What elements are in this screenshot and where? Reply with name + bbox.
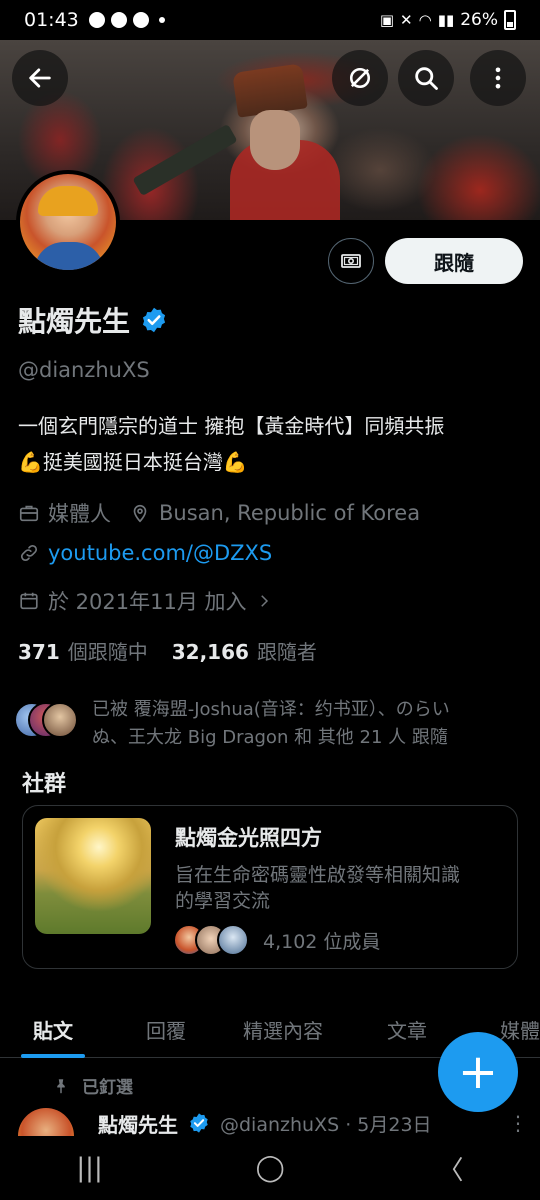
profile-handle: @dianzhuXS [18, 358, 150, 382]
mute-icon: ✕ [400, 11, 413, 29]
following-count[interactable]: 371 [18, 640, 60, 664]
tab-label: 貼文 [33, 1018, 73, 1043]
follow-button[interactable]: 跟隨 [385, 238, 523, 284]
verified-badge-icon[interactable] [140, 306, 168, 334]
community-section-title: 社群 [22, 772, 67, 797]
facebook-icon [132, 12, 149, 28]
pinned-label: 已釘選 [82, 1078, 133, 1098]
followed-by-avatars [14, 702, 80, 738]
signal-icon: ▮▮ [437, 11, 455, 29]
back-nav-icon[interactable]: 〈 [438, 1150, 464, 1187]
battery-percent: 26% [460, 10, 498, 30]
post-more-icon[interactable]: ⋮ [508, 1111, 528, 1135]
follow-counts: 371 個跟隨中 32,166 跟隨者 [18, 636, 317, 665]
community-name: 點燭金光照四方 [175, 826, 322, 850]
money-icon [341, 254, 361, 268]
avatar [42, 702, 78, 738]
banner-figure-face [250, 110, 300, 170]
followed-by-line: ぬ、王大龙 Big Dragon 和 其他 21 人 跟隨 [92, 727, 448, 748]
system-navigation-bar: ||| ◯ 〈 [0, 1136, 540, 1200]
back-button[interactable] [12, 50, 68, 106]
followed-by-text: 已被 覆海盟-Joshua(音译：约书亚）、のらい ぬ、王大龙 Big Drag… [92, 696, 512, 752]
avatar-shirt [34, 242, 104, 270]
following-label[interactable]: 個跟隨中 [68, 636, 148, 665]
profile-avatar[interactable] [16, 170, 120, 274]
pin-icon [57, 1078, 65, 1093]
avatar [217, 924, 249, 956]
chat-icon [88, 12, 105, 28]
profile-name-row: 點燭先生 [18, 300, 168, 340]
profession-text: 媒體人 [48, 502, 111, 526]
tab-label: 回覆 [146, 1018, 186, 1043]
plus-icon: + [457, 1044, 499, 1100]
battery-icon [504, 10, 516, 30]
briefcase-icon [19, 505, 39, 522]
location-icon [133, 504, 147, 523]
status-right: ▣ ✕ ◠ ▮▮ 26% [380, 10, 516, 30]
bio-line: 一個玄門隱宗的道士 擁抱【黃金時代】同頻共振 [18, 414, 445, 438]
bio-line: 💪挺美國挺日本挺台灣💪 [18, 450, 248, 474]
tab-posts[interactable]: 貼文 [21, 1000, 85, 1058]
grok-button[interactable] [332, 50, 388, 106]
profile-meta-row: 媒體人 Busan, Republic of Korea [18, 498, 420, 528]
wifi-icon: ◠ [418, 11, 432, 29]
tab-label: 媒體 [500, 1018, 540, 1043]
community-description-line: 旨在生命密碼靈性啟發等相關知識 [175, 864, 461, 886]
join-date-text: 於 2021年11月 加入 [48, 590, 247, 614]
search-icon [415, 67, 438, 90]
calendar-icon [20, 592, 38, 610]
community-member-count: 4,102 位成員 [263, 930, 381, 953]
messenger-icon [110, 12, 127, 28]
followed-by-line: 已被 覆海盟-Joshua(音译：约书亚）、のらい [92, 699, 450, 720]
community-description-line: 的學習交流 [175, 890, 271, 912]
lock-icon: ▣ [379, 11, 395, 29]
status-bar: 01:43 ▣ ✕ ◠ ▮▮ 26% [0, 0, 540, 40]
grok-icon [349, 67, 371, 89]
more-notifications-icon [158, 17, 165, 23]
verified-badge-icon [190, 1113, 208, 1133]
status-time: 01:43 [24, 9, 79, 31]
community-member-avatars [173, 924, 253, 956]
link-icon [20, 544, 38, 562]
arrow-left-icon [29, 68, 51, 88]
profile-link-row: youtube.com/@DZXS [18, 541, 272, 565]
tab-replies[interactable]: 回覆 [146, 1000, 186, 1058]
pinned-post-header[interactable]: 點燭先生 @dianzhuXS · 5月23日 ⋮ [18, 1108, 528, 1138]
tab-articles[interactable]: 文章 [387, 1000, 427, 1058]
compose-button[interactable]: + [438, 1032, 518, 1112]
tab-label: 精選內容 [243, 1018, 323, 1043]
post-author-handle-date: @dianzhuXS · 5月23日 [220, 1113, 432, 1136]
post-author-name[interactable]: 點燭先生 [98, 1109, 178, 1138]
banner-flag [132, 123, 238, 197]
tab-highlights[interactable]: 精選內容 [243, 1000, 323, 1058]
more-button[interactable] [470, 50, 526, 106]
community-description: 旨在生命密碼靈性啟發等相關知識 的學習交流 [175, 862, 510, 914]
followers-label[interactable]: 跟隨者 [257, 636, 317, 665]
chevron-right-icon [260, 595, 268, 607]
community-card[interactable]: 點燭金光照四方 旨在生命密碼靈性啟發等相關知識 的學習交流 4,102 位成員 [22, 805, 518, 969]
location-text: Busan, Republic of Korea [159, 501, 421, 525]
followers-count[interactable]: 32,166 [172, 640, 249, 664]
pinned-label-row: 已釘選 [52, 1073, 133, 1098]
active-tab-indicator [21, 1054, 85, 1058]
community-thumbnail [35, 818, 151, 934]
community-members: 4,102 位成員 [173, 924, 380, 956]
notification-icons [88, 12, 165, 28]
search-button[interactable] [398, 50, 454, 106]
home-icon[interactable]: ◯ [256, 1153, 285, 1183]
profile-name: 點燭先生 [18, 305, 131, 338]
recent-apps-icon[interactable]: ||| [76, 1153, 102, 1183]
profile-bio: 一個玄門隱宗的道士 擁抱【黃金時代】同頻共振 💪挺美國挺日本挺台灣💪 [18, 408, 528, 480]
post-author-avatar[interactable] [18, 1108, 74, 1138]
subscribe-button[interactable] [328, 238, 374, 284]
followed-by-section[interactable]: 已被 覆海盟-Joshua(音译：约书亚）、のらい ぬ、王大龙 Big Drag… [14, 696, 512, 752]
join-date-row[interactable]: 於 2021年11月 加入 [18, 586, 273, 616]
avatar-cap [38, 186, 98, 216]
tab-label: 文章 [387, 1018, 427, 1043]
profile-link[interactable]: youtube.com/@DZXS [48, 541, 272, 565]
more-vertical-icon [495, 67, 501, 89]
